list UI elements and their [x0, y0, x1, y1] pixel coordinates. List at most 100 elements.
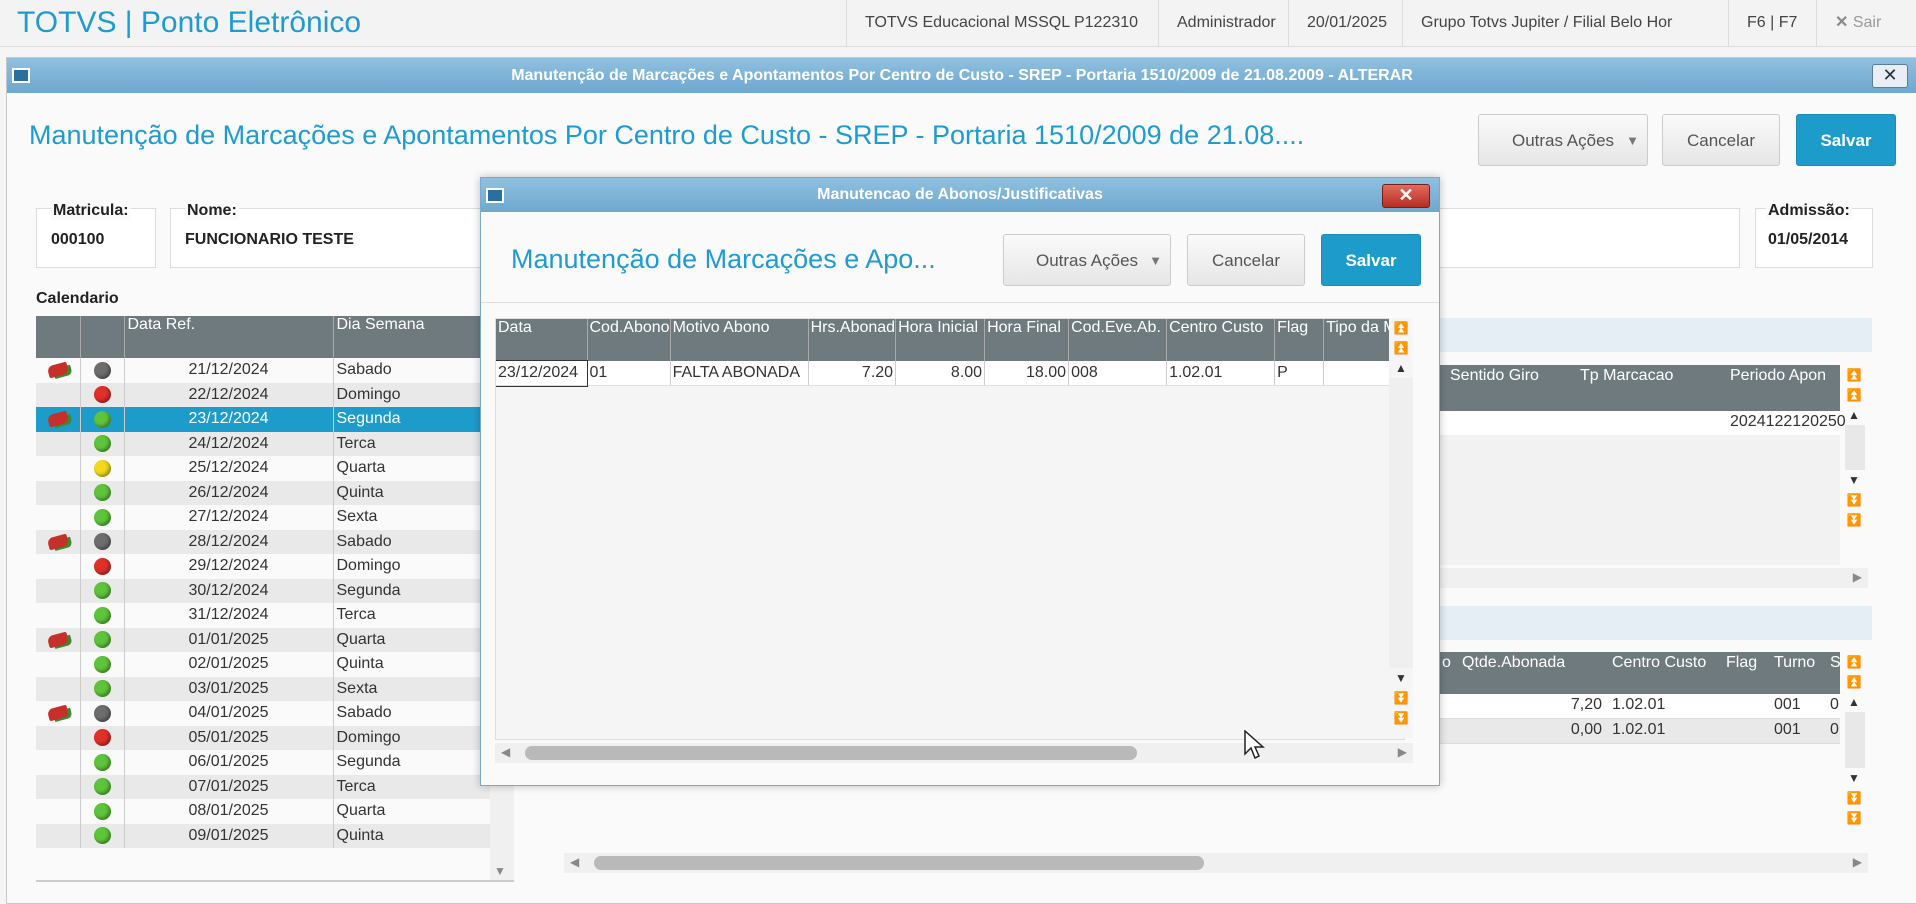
- main-cancel-button[interactable]: Cancelar: [1662, 114, 1780, 166]
- dialog-cell-8[interactable]: P: [1274, 361, 1325, 386]
- calendar-pin-cell[interactable]: [36, 505, 81, 530]
- dialog-save-button[interactable]: Salvar: [1321, 234, 1421, 286]
- calendar-row[interactable]: 08/01/2025 Quarta: [36, 799, 491, 824]
- scroll-track[interactable]: [1845, 712, 1865, 768]
- dialog-hscroll-thumb[interactable]: [525, 746, 1137, 760]
- abonos-col-partial[interactable]: o: [1442, 654, 1451, 672]
- abonos-col-qtde-abonada[interactable]: Qtde.Abonada: [1462, 654, 1565, 672]
- main-window-titlebar[interactable]: Manutenção de Marcações e Apontamentos P…: [7, 58, 1916, 93]
- calendar-row[interactable]: 25/12/2024 Quarta: [36, 456, 491, 481]
- calendar-row[interactable]: 02/01/2025 Quinta: [36, 652, 491, 677]
- abonos-row[interactable]: 0,00 1.02.01 001 0: [1440, 719, 1840, 744]
- calendar-pin-cell[interactable]: [36, 358, 81, 383]
- company-info[interactable]: Grupo Totvs Jupiter / Filial Belo Hor: [1402, 0, 1690, 46]
- calendar-pin-cell[interactable]: [36, 725, 81, 750]
- dialog-col-3[interactable]: Hrs.Abonad: [808, 319, 897, 361]
- calendar-row[interactable]: 27/12/2024 Sexta: [36, 505, 491, 530]
- calendar-row[interactable]: 07/01/2025 Terca: [36, 774, 491, 799]
- matricula-field[interactable]: Matricula: 000100: [36, 202, 156, 268]
- scroll-up-icon[interactable]: ▲: [1389, 358, 1413, 378]
- scroll-down-icon[interactable]: ▼: [1845, 470, 1863, 490]
- marcacoes-hscroll[interactable]: ▶: [1440, 568, 1868, 588]
- abonos-col-flag[interactable]: Flag: [1726, 654, 1757, 672]
- dialog-close-button[interactable]: ✕: [1382, 184, 1430, 208]
- dialog-col-6[interactable]: Cod.Eve.Ab.: [1068, 319, 1168, 361]
- scroll-down-icon[interactable]: ▼: [1389, 668, 1413, 688]
- calendar-row[interactable]: 23/12/2024 Segunda: [36, 407, 491, 432]
- scroll-left-icon[interactable]: ◀: [570, 855, 579, 869]
- calendar-pin-cell[interactable]: [36, 701, 81, 726]
- dialog-col-0[interactable]: Data: [496, 319, 588, 361]
- scroll-right-icon[interactable]: ▶: [1853, 570, 1862, 584]
- scroll-page-down-icon[interactable]: ⏬: [1845, 490, 1863, 510]
- calendar-col-pin[interactable]: [36, 316, 81, 358]
- dialog-col-2[interactable]: Motivo Abono: [670, 319, 809, 361]
- calendar-pin-cell[interactable]: [36, 407, 81, 432]
- marcacoes-col-tp-marcacao[interactable]: Tp Marcacao: [1580, 367, 1673, 385]
- scroll-page-up-icon[interactable]: ⏫: [1845, 385, 1863, 405]
- scroll-page-down-icon[interactable]: ⏬: [1845, 788, 1863, 808]
- calendar-row[interactable]: 26/12/2024 Quinta: [36, 480, 491, 505]
- marcacoes-col-periodo-apon[interactable]: Periodo Apon: [1730, 367, 1826, 385]
- calendar-pin-cell[interactable]: [36, 799, 81, 824]
- dialog-vscroll[interactable]: ⏫ ⏫ ▲ ▼ ⏬ ⏬: [1389, 318, 1413, 738]
- calendar-pin-cell[interactable]: [36, 431, 81, 456]
- scroll-page-down-icon[interactable]: ⏬: [1389, 688, 1413, 708]
- dialog-col-7[interactable]: Centro Custo: [1166, 319, 1276, 361]
- calendar-row[interactable]: 28/12/2024 Sabado: [36, 529, 491, 554]
- calendar-row[interactable]: 03/01/2025 Sexta: [36, 676, 491, 701]
- abonos-hscroll[interactable]: ◀ ▶: [564, 853, 1868, 873]
- scroll-left-icon[interactable]: ◀: [501, 745, 510, 759]
- calendar-pin-cell[interactable]: [36, 652, 81, 677]
- scroll-page-up-icon[interactable]: ⏫: [1389, 338, 1413, 358]
- dialog-cell-5[interactable]: 18.00: [984, 361, 1070, 386]
- dialog-table-row[interactable]: 23/12/2024 01 FALTA ABONADA 7.20 8.00 18.00 00…: [496, 360, 1398, 387]
- calendar-pin-cell[interactable]: [36, 774, 81, 799]
- scroll-track[interactable]: [1845, 425, 1865, 470]
- dialog-hscroll[interactable]: ◀ ▶: [495, 743, 1413, 763]
- admissao-field[interactable]: Admissão: 01/05/2014: [1755, 202, 1873, 268]
- calendar-pin-cell[interactable]: [36, 382, 81, 407]
- scroll-bottom-icon[interactable]: ⏬: [1389, 708, 1413, 728]
- scroll-down-icon[interactable]: ▼: [494, 864, 506, 878]
- scroll-right-icon[interactable]: ▶: [1853, 855, 1862, 869]
- dialog-cell-3[interactable]: 7.20: [808, 361, 897, 386]
- scroll-up-icon[interactable]: ▲: [1845, 405, 1863, 425]
- calendar-row[interactable]: 21/12/2024 Sabado: [36, 358, 491, 383]
- abonos-col-centro-custo[interactable]: Centro Custo: [1612, 654, 1706, 672]
- dialog-col-5[interactable]: Hora Final: [984, 319, 1070, 361]
- abonos-hscroll-thumb[interactable]: [594, 856, 1204, 870]
- abonos-col-s[interactable]: S: [1830, 654, 1841, 672]
- calendar-row[interactable]: 24/12/2024 Terca: [36, 431, 491, 456]
- dialog-col-1[interactable]: Cod.Abono: [587, 319, 671, 361]
- calendar-row[interactable]: 31/12/2024 Terca: [36, 603, 491, 628]
- dialog-cell-7[interactable]: 1.02.01: [1166, 361, 1276, 386]
- calendar-pin-cell[interactable]: [36, 676, 81, 701]
- calendar-col-day[interactable]: Dia Semana: [333, 316, 491, 358]
- scroll-page-up-icon[interactable]: ⏫: [1845, 672, 1863, 692]
- calendar-row[interactable]: 09/01/2025 Quinta: [36, 823, 491, 848]
- dialog-other-actions-button[interactable]: Outras Ações ▼: [1003, 234, 1171, 286]
- calendar-col-status[interactable]: [80, 316, 125, 358]
- dialog-col-4[interactable]: Hora Inicial: [895, 319, 986, 361]
- dialog-titlebar[interactable]: Manutencao de Abonos/Justificativas: [481, 178, 1439, 212]
- calendar-pin-cell[interactable]: [36, 456, 81, 481]
- calendar-row[interactable]: 30/12/2024 Segunda: [36, 578, 491, 603]
- dialog-col-9[interactable]: Tipo da M: [1323, 319, 1398, 361]
- main-window-close-button[interactable]: ✕: [1872, 64, 1908, 88]
- exit-button[interactable]: ✕ Sair: [1816, 0, 1899, 46]
- marcacoes-scrollbar[interactable]: ⏫ ⏫ ▲ ▼ ⏬ ⏬: [1845, 365, 1865, 565]
- marcacoes-col-sentido-giro[interactable]: Sentido Giro: [1450, 367, 1539, 385]
- calendar-pin-cell[interactable]: [36, 750, 81, 775]
- scroll-right-icon[interactable]: ▶: [1398, 745, 1407, 759]
- main-save-button[interactable]: Salvar: [1796, 114, 1896, 166]
- abonos-row[interactable]: 7,20 1.02.01 001 0: [1440, 694, 1840, 719]
- user-info[interactable]: Administrador: [1158, 0, 1294, 46]
- dialog-col-8[interactable]: Flag: [1274, 319, 1325, 361]
- calendar-pin-cell[interactable]: [36, 823, 81, 848]
- calendar-pin-cell[interactable]: [36, 578, 81, 603]
- calendar-pin-cell[interactable]: [36, 529, 81, 554]
- dialog-cell-9[interactable]: [1323, 361, 1398, 386]
- dialog-cell-4[interactable]: 8.00: [895, 361, 986, 386]
- scroll-top-icon[interactable]: ⏫: [1845, 365, 1863, 385]
